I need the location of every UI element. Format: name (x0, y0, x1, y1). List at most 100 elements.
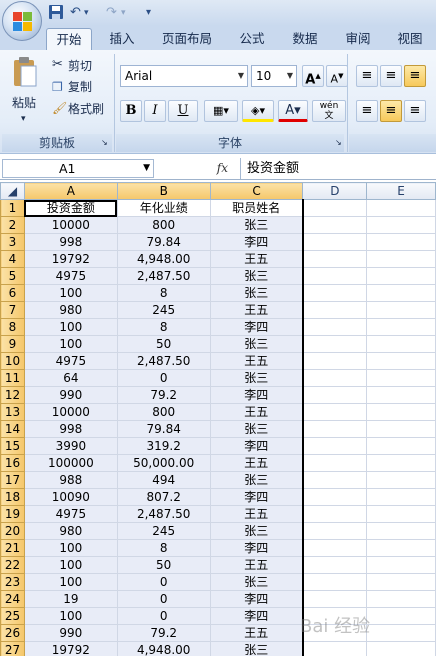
cell-d[interactable] (302, 267, 368, 285)
cell-b[interactable]: 0 (116, 607, 211, 625)
column-header-a[interactable]: A (23, 182, 118, 200)
font-size-combo[interactable]: 10 ▼ (251, 65, 297, 87)
cell-c[interactable]: 李四 (209, 318, 304, 336)
cell-a[interactable]: 100 (23, 335, 118, 353)
cell-b[interactable]: 8 (116, 318, 211, 336)
cell-b[interactable]: 800 (116, 403, 211, 421)
cell-d[interactable] (302, 352, 368, 370)
align-top-button[interactable]: ≡ (356, 65, 378, 87)
cell-d[interactable] (302, 318, 368, 336)
row-header[interactable]: 9 (0, 335, 25, 353)
cell-a[interactable]: 10000 (23, 216, 118, 234)
cell-d[interactable] (302, 488, 368, 506)
row-header[interactable]: 12 (0, 386, 25, 404)
cell-e[interactable] (366, 301, 436, 319)
cell-e[interactable] (366, 216, 436, 234)
cell-b[interactable]: 4,948.00 (116, 641, 211, 656)
font-dialog-icon[interactable]: ↘ (335, 134, 342, 152)
cell-c[interactable]: 职员姓名 (209, 199, 304, 217)
cell-a[interactable]: 4975 (23, 352, 118, 370)
cell-e[interactable] (366, 386, 436, 404)
cell-d[interactable] (302, 471, 368, 489)
fill-color-button[interactable]: ◈▾ (242, 100, 274, 122)
cell-e[interactable] (366, 250, 436, 268)
cell-e[interactable] (366, 352, 436, 370)
cell-c[interactable]: 王五 (209, 624, 304, 642)
cell-c[interactable]: 张三 (209, 284, 304, 302)
row-header[interactable]: 23 (0, 573, 25, 591)
cell-b[interactable]: 807.2 (116, 488, 211, 506)
cell-c[interactable]: 李四 (209, 488, 304, 506)
cell-c[interactable]: 王五 (209, 301, 304, 319)
cell-e[interactable] (366, 437, 436, 455)
row-header[interactable]: 11 (0, 369, 25, 387)
row-header[interactable]: 10 (0, 352, 25, 370)
row-header[interactable]: 2 (0, 216, 25, 234)
cell-b[interactable]: 245 (116, 522, 211, 540)
cell-a[interactable]: 4975 (23, 267, 118, 285)
cell-a[interactable]: 4975 (23, 505, 118, 523)
tab-view[interactable]: 视图 (388, 28, 432, 50)
cell-c[interactable]: 王五 (209, 454, 304, 472)
row-header[interactable]: 14 (0, 420, 25, 438)
row-header[interactable]: 6 (0, 284, 25, 302)
cell-c[interactable]: 张三 (209, 216, 304, 234)
cell-b[interactable]: 年化业绩 (116, 199, 211, 217)
cell-d[interactable] (302, 641, 368, 656)
cell-b[interactable]: 494 (116, 471, 211, 489)
shrink-font-button[interactable]: A▼ (326, 65, 348, 87)
row-header[interactable]: 24 (0, 590, 25, 608)
cell-b[interactable]: 50,000.00 (116, 454, 211, 472)
cell-e[interactable] (366, 607, 436, 625)
cell-e[interactable] (366, 403, 436, 421)
spreadsheet-grid[interactable]: ◢ A B C D E 1 投资金额 年化业绩 职员姓名 2 10000 800 张三 3 998… (0, 182, 436, 656)
cell-a[interactable]: 100 (23, 539, 118, 557)
cell-d[interactable] (302, 522, 368, 540)
cell-b[interactable]: 2,487.50 (116, 352, 211, 370)
row-header[interactable]: 7 (0, 301, 25, 319)
row-header[interactable]: 8 (0, 318, 25, 336)
row-header[interactable]: 3 (0, 233, 25, 251)
row-header[interactable]: 18 (0, 488, 25, 506)
cell-b[interactable]: 4,948.00 (116, 250, 211, 268)
tab-insert[interactable]: 插入 (100, 28, 144, 50)
paste-dropdown-icon[interactable]: ▾ (21, 110, 26, 128)
cell-a[interactable]: 990 (23, 624, 118, 642)
cell-e[interactable] (366, 318, 436, 336)
cell-b[interactable]: 8 (116, 539, 211, 557)
cell-d[interactable] (302, 233, 368, 251)
cell-b[interactable]: 0 (116, 590, 211, 608)
cell-d[interactable] (302, 369, 368, 387)
row-header[interactable]: 17 (0, 471, 25, 489)
cell-a[interactable]: 19 (23, 590, 118, 608)
cell-e[interactable] (366, 199, 436, 217)
cell-d[interactable] (302, 284, 368, 302)
row-header[interactable]: 5 (0, 267, 25, 285)
office-button[interactable] (2, 1, 42, 41)
undo-icon[interactable]: ↶ (70, 4, 81, 22)
name-box[interactable]: A1 ▼ (2, 159, 154, 178)
row-header[interactable]: 27 (0, 641, 25, 656)
font-name-combo[interactable]: Arial ▼ (120, 65, 248, 87)
cell-e[interactable] (366, 471, 436, 489)
cell-d[interactable] (302, 573, 368, 591)
cell-b[interactable]: 0 (116, 573, 211, 591)
cell-c[interactable]: 张三 (209, 641, 304, 656)
cell-b[interactable]: 245 (116, 301, 211, 319)
cell-b[interactable]: 79.2 (116, 386, 211, 404)
select-all-corner[interactable]: ◢ (0, 182, 25, 200)
row-header[interactable]: 16 (0, 454, 25, 472)
cell-a[interactable]: 19792 (23, 250, 118, 268)
font-color-button[interactable]: A▾ (278, 100, 308, 122)
cell-b[interactable]: 0 (116, 369, 211, 387)
cell-d[interactable] (302, 250, 368, 268)
paste-icon[interactable] (12, 56, 38, 90)
borders-button[interactable]: ▦▾ (204, 100, 238, 122)
cell-e[interactable] (366, 369, 436, 387)
row-header[interactable]: 25 (0, 607, 25, 625)
cell-b[interactable]: 79.84 (116, 233, 211, 251)
cell-b[interactable]: 800 (116, 216, 211, 234)
undo-dropdown-icon[interactable]: ▾ (84, 4, 89, 22)
grow-font-button[interactable]: A▲ (302, 65, 324, 87)
cell-d[interactable] (302, 454, 368, 472)
